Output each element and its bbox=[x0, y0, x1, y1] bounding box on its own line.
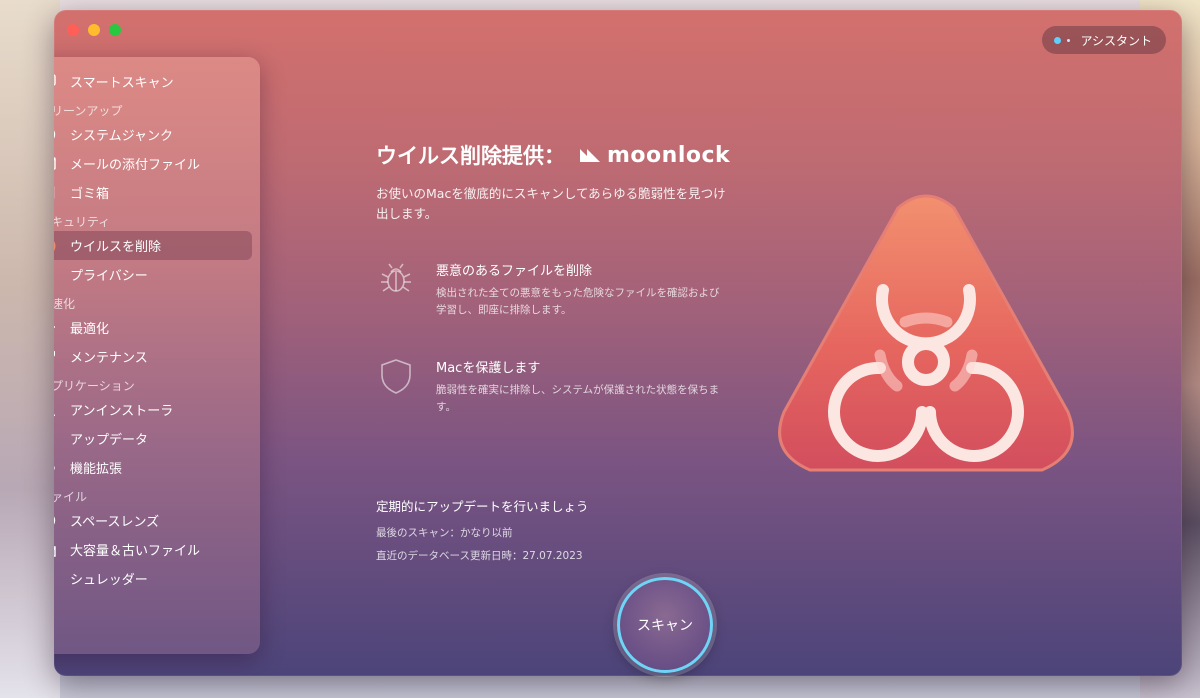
close-button[interactable] bbox=[67, 24, 79, 36]
hand-icon bbox=[54, 266, 56, 284]
sidebar-heading-security: セキュリティ bbox=[54, 215, 111, 229]
sidebar-item-label: プライバシー bbox=[70, 269, 148, 284]
sidebar-item-label: メンテナンス bbox=[70, 351, 148, 366]
sidebar-item-smart-scan[interactable]: スマートスキャン bbox=[54, 67, 252, 96]
sidebar-item-mail-attachments[interactable]: メールの添付ファイル bbox=[54, 149, 252, 178]
feature-remove-malware: 悪意のあるファイルを削除 検出された全ての悪意をもった危険なファイルを確認および… bbox=[376, 260, 736, 319]
sidebar-item-extensions[interactable]: 機能拡張 bbox=[54, 453, 252, 482]
desktop-wallpaper-left bbox=[0, 0, 60, 698]
feature-protect-mac: Macを保護します 脆弱性を確実に排除し、システムが保護された状態を保ちます。 bbox=[376, 357, 736, 416]
disk-icon bbox=[54, 126, 56, 144]
sidebar-item-label: 最適化 bbox=[70, 322, 110, 337]
sidebar-heading-applications: アプリケーション bbox=[54, 379, 135, 393]
sidebar-item-large-old-files[interactable]: 大容量＆古いファイル bbox=[54, 535, 252, 564]
assistant-button[interactable]: アシスタント bbox=[1042, 26, 1166, 54]
mail-icon bbox=[54, 155, 56, 173]
page-description: お使いのMacを徹底的にスキャンしてあらゆる脆弱性を見つけ出します。 bbox=[376, 186, 726, 221]
bug-icon bbox=[376, 260, 416, 300]
sidebar-item-maintenance[interactable]: メンテナンス bbox=[54, 342, 252, 371]
feature-text: 脆弱性を確実に排除し、システムが保護された状態を保ちます。 bbox=[436, 384, 720, 413]
brand-name: moonlock bbox=[607, 142, 731, 168]
sidebar-item-shredder[interactable]: シュレッダー bbox=[54, 564, 252, 593]
sidebar-item-label: スマートスキャン bbox=[70, 76, 174, 91]
update-info: 定期的にアップデートを行いましょう 最後のスキャン：かなり以前 直近のデータベー… bbox=[376, 496, 589, 563]
sidebar-item-label: 大容量＆古いファイル bbox=[70, 544, 201, 559]
feature-title: Macを保護します bbox=[436, 361, 541, 376]
sidebar-list: スマートスキャン クリーンアップ システムジャンク メールの添付ファイル ゴミ箱 bbox=[54, 57, 260, 593]
shredder-icon bbox=[54, 570, 56, 588]
sidebar-item-label: 機能拡張 bbox=[70, 462, 123, 477]
sidebar-item-label: メールの添付ファイル bbox=[70, 158, 201, 173]
app-icon bbox=[54, 401, 56, 419]
feature-title: 悪意のあるファイルを削除 bbox=[436, 264, 593, 279]
sidebar-item-space-lens[interactable]: スペースレンズ bbox=[54, 506, 252, 535]
puzzle-icon bbox=[54, 459, 56, 477]
main-content: ウイルス削除提供： moonlock お使いのMacを徹底的にスキャンしてあらゆ… bbox=[376, 140, 736, 416]
brand-logo: moonlock bbox=[579, 143, 730, 168]
page-title: ウイルス削除提供： moonlock bbox=[376, 140, 736, 170]
sidebar-item-label: アンインストーラ bbox=[70, 404, 174, 419]
sidebar-item-label: ウイルスを削除 bbox=[70, 240, 162, 255]
update-title: 定期的にアップデートを行いましょう bbox=[376, 499, 589, 514]
traffic-lights bbox=[67, 24, 121, 36]
monitor-icon bbox=[54, 73, 56, 91]
update-icon bbox=[54, 430, 56, 448]
shield-icon bbox=[376, 357, 416, 397]
biohazard-triangle-icon bbox=[772, 190, 1080, 480]
sidebar-item-label: スペースレンズ bbox=[70, 515, 160, 530]
sidebar-item-remove-virus[interactable]: ウイルスを削除 bbox=[54, 231, 252, 260]
sidebar: スマートスキャン クリーンアップ システムジャンク メールの添付ファイル ゴミ箱 bbox=[54, 57, 260, 654]
wrench-icon bbox=[54, 348, 56, 366]
db-update-text: 直近のデータベース更新日時：27.07.2023 bbox=[376, 550, 583, 562]
folder-icon bbox=[54, 541, 56, 559]
sidebar-item-label: アップデータ bbox=[70, 433, 149, 448]
page-title-text: ウイルス削除提供： bbox=[376, 144, 565, 168]
sidebar-heading-files: ファイル bbox=[54, 490, 88, 504]
minimize-button[interactable] bbox=[88, 24, 100, 36]
sidebar-item-system-junk[interactable]: システムジャンク bbox=[54, 120, 252, 149]
sidebar-item-label: シュレッダー bbox=[70, 573, 148, 588]
moonlock-mark-icon bbox=[580, 149, 600, 162]
assistant-label: アシスタント bbox=[1080, 33, 1152, 48]
sidebar-item-label: ゴミ箱 bbox=[70, 187, 110, 202]
sliders-icon bbox=[54, 319, 56, 337]
biohazard-icon bbox=[54, 237, 56, 255]
sidebar-item-updater[interactable]: アップデータ bbox=[54, 424, 252, 453]
lens-icon bbox=[54, 512, 56, 530]
zoom-button[interactable] bbox=[109, 24, 121, 36]
scan-button[interactable]: スキャン bbox=[617, 577, 713, 673]
sidebar-heading-cleanup: クリーンアップ bbox=[54, 104, 123, 118]
sidebar-item-trash[interactable]: ゴミ箱 bbox=[54, 178, 252, 207]
scan-button-label: スキャン bbox=[637, 618, 693, 634]
sidebar-item-uninstaller[interactable]: アンインストーラ bbox=[54, 395, 252, 424]
sidebar-heading-speed: 高速化 bbox=[54, 297, 76, 311]
assistant-status-dot-small bbox=[1067, 38, 1071, 42]
sidebar-item-optimization[interactable]: 最適化 bbox=[54, 313, 252, 342]
sidebar-item-label: システムジャンク bbox=[70, 129, 173, 144]
trash-icon bbox=[54, 184, 56, 202]
assistant-status-dot bbox=[1054, 36, 1062, 44]
feature-text: 検出された全ての悪意をもった危険なファイルを確認および学習し、即座に排除します。 bbox=[436, 287, 720, 316]
sidebar-item-privacy[interactable]: プライバシー bbox=[54, 260, 252, 289]
app-window: アシスタント ウイルス削除提供： moonlock お使いのMacを徹底的にスキ… bbox=[54, 10, 1182, 676]
last-scan-text: 最後のスキャン：かなり以前 bbox=[376, 527, 513, 539]
